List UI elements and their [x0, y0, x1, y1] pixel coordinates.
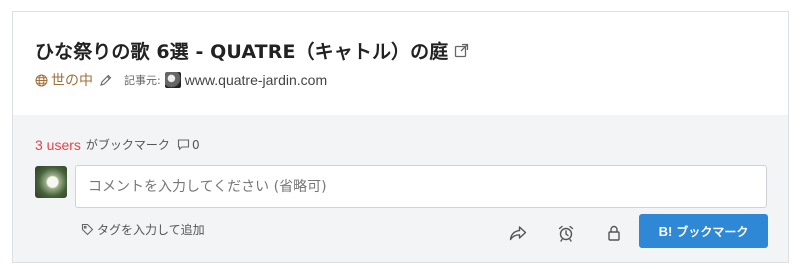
pencil-icon[interactable]	[99, 74, 112, 87]
share-icon[interactable]	[509, 224, 527, 242]
tag-icon	[81, 223, 94, 236]
bookmark-card: ひな祭りの歌 6選 - QUATRE（キャトル）の庭 世の中 記事元: www.…	[12, 11, 789, 263]
globe-icon	[35, 74, 48, 87]
source-label: 記事元:	[124, 74, 161, 87]
alarm-icon[interactable]	[557, 224, 575, 242]
lock-icon[interactable]	[605, 224, 623, 242]
external-link-icon[interactable]	[454, 43, 469, 58]
source-domain[interactable]: www.quatre-jardin.com	[185, 72, 327, 88]
site-favicon	[164, 72, 181, 88]
bookmark-button[interactable]: B! ブックマーク	[639, 214, 768, 248]
entry-title[interactable]: ひな祭りの歌 6選 - QUATRE（キャトル）の庭	[35, 37, 448, 64]
comment-input[interactable]	[75, 165, 767, 208]
entry-header: ひな祭りの歌 6選 - QUATRE（キャトル）の庭 世の中 記事元: www.…	[13, 12, 788, 115]
users-suffix: がブックマーク	[85, 138, 170, 152]
users-row: 3 users がブックマーク 0	[35, 136, 200, 153]
avatar	[35, 166, 67, 198]
comment-icon	[177, 138, 190, 151]
bookmark-form-area: 3 users がブックマーク 0 タグを入力して追加	[13, 115, 788, 262]
bookmark-b-icon: B!	[658, 223, 673, 239]
bookmark-button-label: ブックマーク	[676, 224, 749, 239]
users-count-link[interactable]: 3 users	[35, 137, 81, 153]
comment-count: 0	[191, 137, 200, 152]
entry-category[interactable]: 世の中	[51, 70, 93, 90]
add-tag-label[interactable]: タグを入力して追加	[97, 221, 205, 238]
entry-title-row[interactable]: ひな祭りの歌 6選 - QUATRE（キャトル）の庭	[35, 37, 469, 64]
add-tag-link[interactable]: タグを入力して追加	[81, 221, 205, 238]
entry-meta: 世の中 記事元: www.quatre-jardin.com	[35, 70, 327, 90]
